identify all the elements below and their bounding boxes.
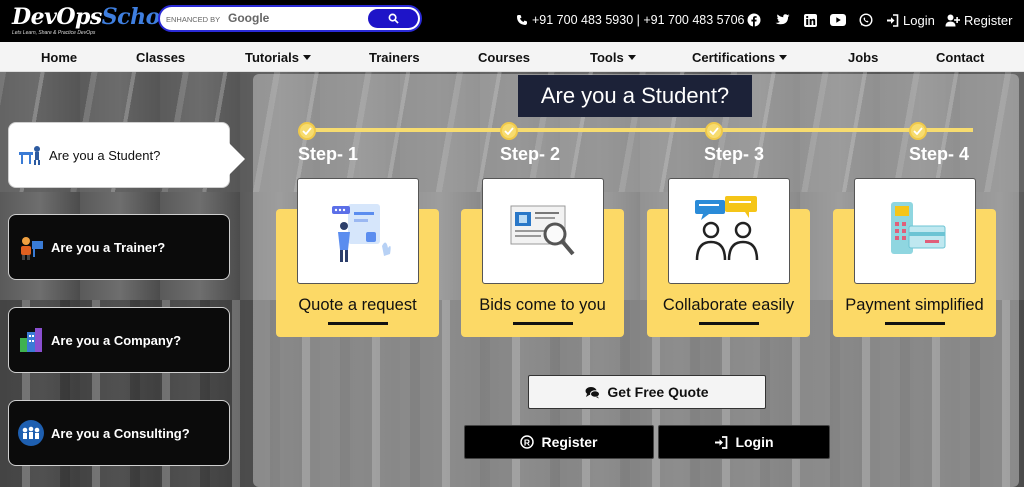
search-input[interactable] [166,10,366,28]
linkedin-icon[interactable] [802,12,818,28]
login-label: Login [735,434,774,450]
top-login-label: Login [903,13,935,28]
step-title-4: Payment simplified [845,296,984,314]
nav-classes[interactable]: Classes [136,50,185,65]
consulting-team-icon [18,420,44,446]
step-title-2: Bids come to you [479,296,606,314]
nav-jobs[interactable]: Jobs [848,50,878,65]
step-title-1: Quote a request [298,296,417,314]
get-free-quote-button[interactable]: Get Free Quote [528,375,766,409]
sidebar-item-company[interactable]: Are you a Company? [8,307,230,373]
caret-down-icon [779,55,788,61]
phone-numbers: +91 700 483 5930 | +91 700 483 5706 [532,13,745,27]
sidebar-item-label: Are you a Consulting? [51,425,190,441]
facebook-icon[interactable] [746,12,762,28]
youtube-icon[interactable] [830,12,846,28]
main-nav: Home Classes Tutorials Trainers Courses … [0,42,1024,72]
step-label-2: Step- 2 [500,144,561,164]
contact-phones: +91 700 483 5930 | +91 700 483 5706 [516,13,744,27]
company-building-icon [20,328,42,352]
caret-down-icon [627,55,636,61]
sidebar-item-label: Are you a Trainer? [51,239,166,255]
whatsapp-icon[interactable] [858,12,874,28]
title-underline [513,322,573,325]
comments-icon [585,386,601,398]
login-button[interactable]: Login [658,425,830,459]
svg-text:R: R [524,437,530,447]
nav-tools-label: Tools [590,50,624,65]
site-logo[interactable]: DevOpsSchool Lets Learn, Share & Practic… [8,4,182,40]
step-check-icon [705,122,723,140]
nav-tutorials-label: Tutorials [245,50,299,65]
nav-trainers[interactable]: Trainers [369,50,420,65]
step-check-icon [909,122,927,140]
step-title-3: Collaborate easily [662,296,795,314]
step-label-1: Step- 1 [298,144,359,164]
sidebar-item-student[interactable]: Are you a Student? [8,122,230,188]
top-register-link[interactable]: Register [945,13,1012,28]
step-check-icon [298,122,316,140]
collaborate-chat-illustration [668,178,790,284]
step-label-3: Step- 3 [704,144,765,164]
title-underline [699,322,759,325]
step-label-4: Step- 4 [909,144,970,164]
top-bar: DevOpsSchool Lets Learn, Share & Practic… [0,0,1024,42]
payment-card-illustration [854,178,976,284]
quote-request-illustration [297,178,419,284]
caret-down-icon [302,55,311,61]
logo-tagline: Lets Learn, Share & Practice DevOps [12,30,96,36]
bids-magnifier-illustration [482,178,604,284]
nav-courses[interactable]: Courses [478,50,530,65]
social-links [746,12,874,28]
registered-icon: R [520,435,535,449]
sidebar-item-consulting[interactable]: Are you a Consulting? [8,400,230,466]
register-label: Register [541,434,598,450]
sidebar-item-label: Are you a Student? [49,147,161,163]
sidebar-item-trainer[interactable]: Are you a Trainer? [8,214,230,280]
sidebar-item-label: Are you a Company? [51,332,182,348]
login-icon [887,14,899,27]
nav-contact[interactable]: Contact [936,50,984,65]
active-tab-pointer [229,143,245,175]
nav-certifications[interactable]: Certifications [692,50,788,65]
nav-tutorials[interactable]: Tutorials [245,50,311,65]
get-free-quote-label: Get Free Quote [607,384,709,400]
search-icon [388,13,399,24]
step-check-icon [500,122,518,140]
login-icon [715,435,728,449]
panel-title: Are you a Student? [518,75,752,117]
nav-certifications-label: Certifications [692,50,776,65]
top-login-link[interactable]: Login [886,13,935,28]
nav-home[interactable]: Home [41,50,77,65]
user-plus-icon [945,14,960,27]
title-underline [885,322,945,325]
steps-progress-line [307,128,973,132]
phone-icon [517,15,527,25]
top-register-label: Register [964,13,1013,28]
search-button[interactable] [368,9,418,28]
student-desk-icon [19,146,40,165]
nav-tools[interactable]: Tools [590,50,636,65]
trainer-icon [21,237,43,260]
logo-devops: DevOps [12,4,102,30]
search-box: Google [158,5,422,32]
title-underline [328,322,388,325]
twitter-icon[interactable] [774,12,790,28]
register-button[interactable]: R Register [464,425,654,459]
